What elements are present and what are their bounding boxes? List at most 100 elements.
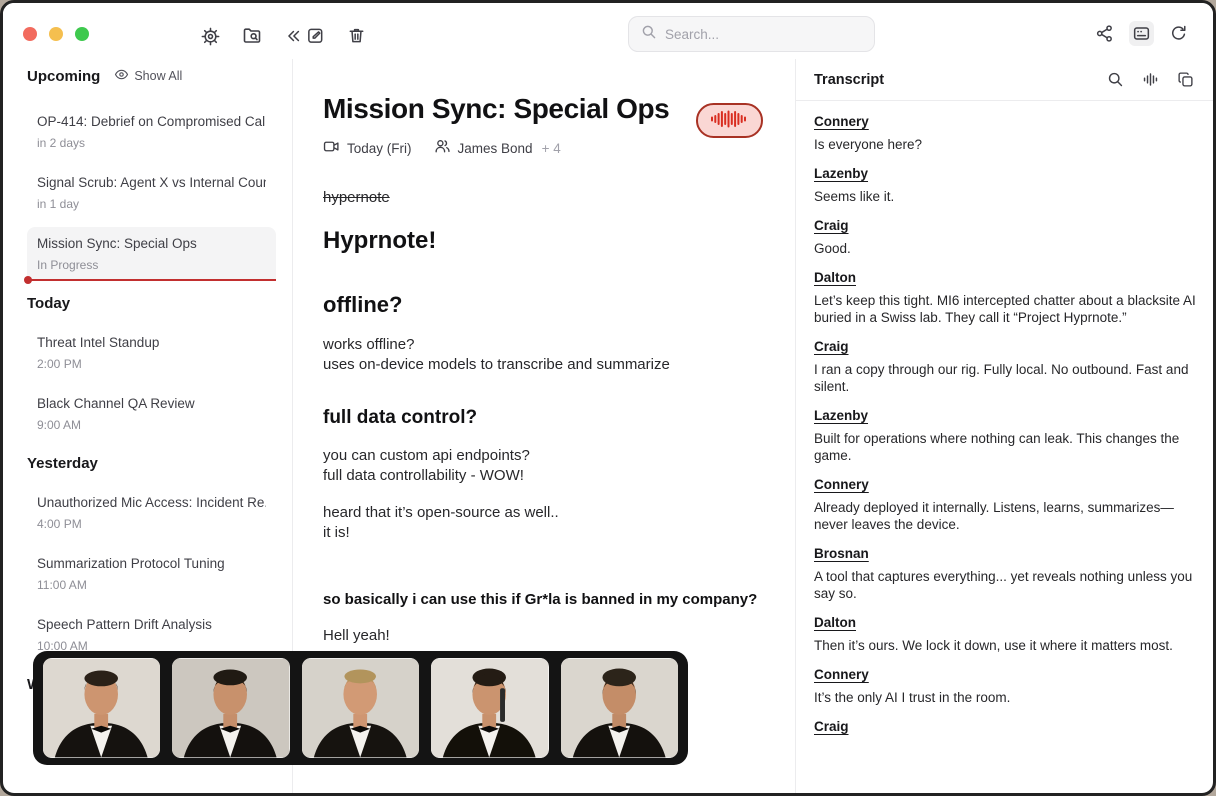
- sidebar-item-op414[interactable]: OP-414: Debrief on Compromised Call in 2…: [27, 105, 276, 159]
- search-icon: [1107, 71, 1124, 88]
- sidebar-item-unauthorized-mic[interactable]: Unauthorized Mic Access: Incident Re... …: [27, 486, 276, 540]
- progress-dot: [24, 276, 32, 284]
- attendee-extra-count: + 4: [542, 141, 561, 156]
- note-paragraph-line: you can custom api endpoints?: [323, 446, 763, 466]
- transcript-entry: Connery Already deployed it internally. …: [814, 477, 1197, 533]
- search-icon: [641, 24, 657, 45]
- refresh-button[interactable]: [1166, 21, 1191, 46]
- speaker-text: Built for operations where nothing can l…: [814, 430, 1197, 464]
- note-answer: Hell yeah!: [323, 627, 763, 644]
- minimize-window-button[interactable]: [49, 27, 63, 41]
- speaker-name[interactable]: Craig: [814, 218, 1197, 233]
- transcript-entry: Craig: [814, 719, 1197, 734]
- transcript-list[interactable]: Connery Is everyone here? Lazenby Seems …: [796, 101, 1213, 741]
- speaker-name[interactable]: Connery: [814, 114, 1197, 129]
- actor-photo-dalton: [561, 658, 678, 758]
- recording-progress-bar: [27, 279, 276, 281]
- eye-icon: [114, 67, 129, 85]
- widget-panel-button[interactable]: [1129, 21, 1154, 46]
- meeting-date-chip[interactable]: Today (Fri): [323, 138, 412, 158]
- transcript-entry: Connery Is everyone here?: [814, 114, 1197, 153]
- note-bold-question: so basically i can use this if Gr*la is …: [323, 591, 763, 608]
- transcript-audio-button[interactable]: [1139, 68, 1162, 91]
- zoom-window-button[interactable]: [75, 27, 89, 41]
- note-title: Speech Pattern Drift Analysis: [37, 617, 266, 632]
- transcript-title: Transcript: [814, 72, 1104, 88]
- transcript-entry: Dalton Then it’s ours. We lock it down, …: [814, 615, 1197, 654]
- window-controls: [23, 27, 89, 41]
- trash-icon: [347, 26, 366, 45]
- settings-button[interactable]: [198, 24, 223, 49]
- transcript-entry: Lazenby Seems like it.: [814, 166, 1197, 205]
- note-title: Mission Sync: Special Ops: [37, 236, 266, 251]
- attendee-name: James Bond: [458, 141, 533, 156]
- new-note-button[interactable]: [303, 23, 328, 48]
- attendees-chip[interactable]: James Bond + 4: [434, 138, 561, 158]
- transcript-search-button[interactable]: [1104, 68, 1127, 91]
- note-subtitle: in 1 day: [37, 197, 266, 211]
- note-time: 11:00 AM: [37, 578, 266, 592]
- sidebar-section-upcoming: Upcoming: [27, 68, 100, 85]
- actor-photo-craig: [302, 658, 419, 758]
- note-title: Threat Intel Standup: [37, 335, 266, 350]
- note-title: Black Channel QA Review: [37, 396, 266, 411]
- speaker-name[interactable]: Craig: [814, 339, 1197, 354]
- folder-search-icon: [242, 26, 262, 46]
- speaker-text: Good.: [814, 240, 1197, 257]
- folder-search-button[interactable]: [239, 23, 265, 49]
- chevrons-left-icon: [284, 27, 302, 45]
- actor-photo-lazenby: [172, 658, 289, 758]
- sidebar-item-black-channel[interactable]: Black Channel QA Review 9:00 AM: [27, 387, 276, 441]
- toolbar: [3, 3, 1213, 59]
- app-window: Upcoming Show All OP-414: Debrief on Com…: [0, 0, 1216, 796]
- transcript-entry: Dalton Let’s keep this tight. MI6 interc…: [814, 270, 1197, 326]
- speaker-name[interactable]: Connery: [814, 477, 1197, 492]
- sidebar-item-mission-sync[interactable]: Mission Sync: Special Ops In Progress: [27, 227, 276, 281]
- share-icon: [1095, 24, 1114, 43]
- note-heading-2: offline?: [323, 292, 763, 318]
- record-button[interactable]: [696, 103, 763, 138]
- note-paragraph-line: it is!: [323, 523, 763, 543]
- sidebar-item-threat-intel[interactable]: Threat Intel Standup 2:00 PM: [27, 326, 276, 380]
- note-subtitle: in 2 days: [37, 136, 266, 150]
- speaker-name[interactable]: Craig: [814, 719, 1197, 734]
- note-content[interactable]: hypernote Hyprnote! offline? works offli…: [323, 189, 763, 644]
- copy-icon: [1177, 71, 1194, 88]
- transcript-copy-button[interactable]: [1174, 68, 1197, 91]
- speaker-name[interactable]: Dalton: [814, 615, 1197, 630]
- transcript-entry: Lazenby Built for operations where nothi…: [814, 408, 1197, 464]
- speaker-name[interactable]: Dalton: [814, 270, 1197, 285]
- actor-photo-brosnan: [431, 658, 548, 758]
- share-button[interactable]: [1092, 21, 1117, 46]
- note-time: 9:00 AM: [37, 418, 266, 432]
- note-title: Signal Scrub: Agent X vs Internal Coun..…: [37, 175, 266, 190]
- speaker-name[interactable]: Brosnan: [814, 546, 1197, 561]
- transcript-entry: Brosnan A tool that captures everything.…: [814, 546, 1197, 602]
- show-all-label: Show All: [134, 69, 182, 83]
- note-paragraph-line: full data controllability - WOW!: [323, 466, 763, 486]
- collapse-sidebar-button[interactable]: [281, 24, 305, 48]
- note-title: Unauthorized Mic Access: Incident Re...: [37, 495, 266, 510]
- show-all-button[interactable]: Show All: [114, 67, 182, 85]
- video-camera-icon: [323, 138, 340, 158]
- speaker-name[interactable]: Lazenby: [814, 408, 1197, 423]
- actor-photo-connery: [43, 658, 160, 758]
- strikethrough-line: hypernote: [323, 189, 763, 206]
- sidebar-section-today: Today: [27, 295, 276, 312]
- note-title: OP-414: Debrief on Compromised Call: [37, 114, 266, 129]
- search-input[interactable]: [665, 27, 862, 42]
- note-heading-3: full data control?: [323, 407, 763, 429]
- global-search[interactable]: [628, 16, 875, 52]
- speaker-name[interactable]: Connery: [814, 667, 1197, 682]
- close-window-button[interactable]: [23, 27, 37, 41]
- delete-note-button[interactable]: [344, 23, 369, 48]
- speaker-text: It’s the only AI I trust in the room.: [814, 689, 1197, 706]
- sidebar-item-summarization-protocol[interactable]: Summarization Protocol Tuning 11:00 AM: [27, 547, 276, 601]
- participants-photo-popup: [33, 651, 688, 765]
- speaker-name[interactable]: Lazenby: [814, 166, 1197, 181]
- speaker-text: A tool that captures everything... yet r…: [814, 568, 1197, 602]
- note-status: In Progress: [37, 258, 266, 272]
- transcript-panel: Transcript: [795, 59, 1213, 796]
- note-time: 2:00 PM: [37, 357, 266, 371]
- sidebar-item-signal-scrub[interactable]: Signal Scrub: Agent X vs Internal Coun..…: [27, 166, 276, 220]
